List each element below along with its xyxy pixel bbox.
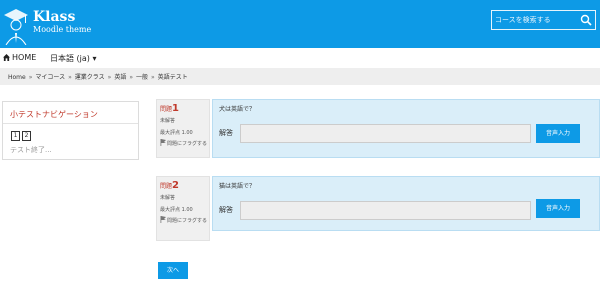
answer-input[interactable] xyxy=(240,201,531,220)
next-page-button[interactable]: 次へ xyxy=(158,262,188,279)
breadcrumb-test: 英語テスト xyxy=(157,74,188,81)
divider xyxy=(3,123,138,124)
finish-attempt-link[interactable]: テスト終了... xyxy=(10,145,52,155)
flag-question[interactable]: 問題にフラグする xyxy=(160,216,208,225)
question-label-text: 問題 xyxy=(160,106,173,113)
search-icon[interactable] xyxy=(580,14,592,26)
flag-question-label: 問題にフラグする xyxy=(167,141,208,147)
breadcrumb-separator: » xyxy=(68,74,72,81)
nav-home-label: HOME xyxy=(12,53,37,62)
breadcrumb-separator: » xyxy=(28,74,33,81)
question-text: 猫は英語で？ xyxy=(219,183,256,190)
nav-home[interactable]: HOME xyxy=(3,53,36,62)
flag-icon xyxy=(160,139,166,146)
question-text: 犬は英語で？ xyxy=(219,106,256,113)
course-search-input[interactable] xyxy=(495,13,577,27)
answer-input[interactable] xyxy=(240,124,531,143)
breadcrumb-english[interactable]: 英語 xyxy=(114,74,126,81)
quiz-navigation: 小テストナビゲーション 1 2 テスト終了... xyxy=(2,101,139,160)
flag-icon xyxy=(160,216,166,223)
breadcrumb-mycourses[interactable]: マイコース xyxy=(35,74,65,81)
question-label: 問題2 xyxy=(160,180,179,191)
question-label: 問題1 xyxy=(160,103,179,114)
brand-subtitle: Moodle theme xyxy=(33,25,92,34)
brand-name: Klass xyxy=(33,9,76,25)
question-status: 未解答 xyxy=(160,118,176,124)
answer-label: 解答 xyxy=(219,129,233,137)
main-nav: HOME 日本語 (ja) ▾ xyxy=(0,48,600,68)
question-number: 1 xyxy=(172,103,179,114)
breadcrumb-home[interactable]: Home xyxy=(8,74,26,81)
voice-input-button[interactable]: 音声入力 xyxy=(536,199,580,218)
home-icon xyxy=(3,54,10,61)
question-label-text: 問題 xyxy=(160,183,173,190)
question-info: 問題2 未解答 最大評点 1.00 問題にフラグする xyxy=(156,176,210,241)
brand[interactable]: Klass Moodle theme xyxy=(33,9,91,35)
breadcrumb-separator: » xyxy=(151,74,155,81)
question-nav-button-2[interactable]: 2 xyxy=(22,131,31,141)
question-status: 未解答 xyxy=(160,195,176,201)
graduate-logo-icon[interactable] xyxy=(2,3,30,45)
breadcrumb-separator: » xyxy=(129,74,134,81)
question-content: 猫は英語で？ 解答 音声入力 xyxy=(212,176,600,231)
breadcrumb: Home» マイコース» 運業クラス» 英語» 一般» 英語テスト xyxy=(0,68,600,85)
course-search xyxy=(491,10,596,30)
answer-label: 解答 xyxy=(219,206,233,214)
flag-question[interactable]: 問題にフラグする xyxy=(160,139,208,148)
question-max-score: 最大評点 1.00 xyxy=(160,207,193,213)
question-max-score: 最大評点 1.00 xyxy=(160,130,193,136)
breadcrumb-class[interactable]: 運業クラス xyxy=(75,74,105,81)
breadcrumb-general[interactable]: 一般 xyxy=(136,74,148,81)
question-number: 2 xyxy=(172,180,179,191)
quiz-navigation-title: 小テストナビゲーション xyxy=(10,110,98,119)
question-nav-button-1[interactable]: 1 xyxy=(11,131,20,141)
site-header: Klass Moodle theme xyxy=(0,0,600,48)
language-menu[interactable]: 日本語 (ja) ▾ xyxy=(50,53,96,64)
flag-question-label: 問題にフラグする xyxy=(167,218,208,224)
question-info: 問題1 未解答 最大評点 1.00 問題にフラグする xyxy=(156,99,210,158)
voice-input-button[interactable]: 音声入力 xyxy=(536,124,580,143)
question-content: 犬は英語で？ 解答 音声入力 xyxy=(212,99,600,158)
breadcrumb-separator: » xyxy=(107,74,112,81)
